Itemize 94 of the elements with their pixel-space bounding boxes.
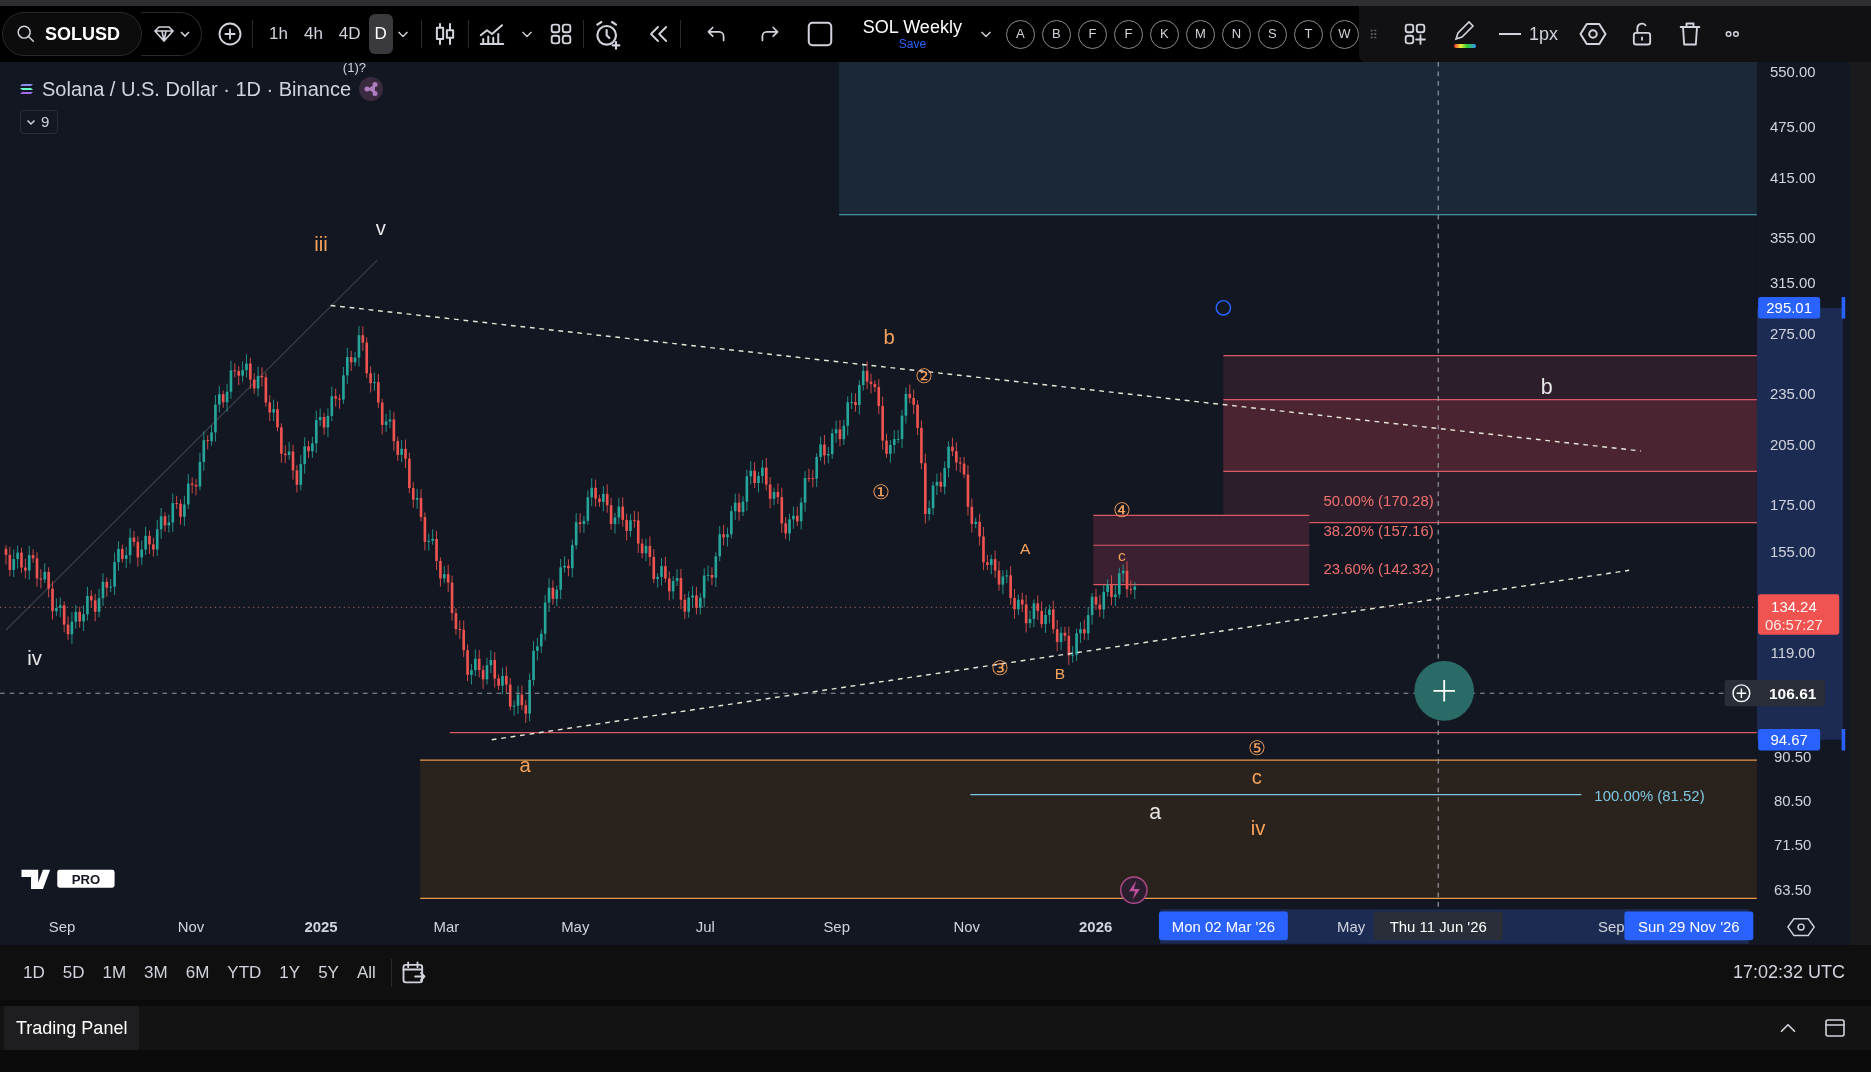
gem-icon (151, 23, 177, 45)
wave-label[interactable]: ④ (1112, 498, 1131, 521)
symbol-search-field[interactable]: SOLUSD (2, 12, 142, 56)
time-tick-label: 2026 (1079, 918, 1113, 935)
range-button[interactable]: All (349, 957, 383, 988)
symbol-title: Solana / U.S. Dollar · 1D · Binance (42, 77, 352, 102)
price-tick-label: 205.00 (1769, 437, 1816, 454)
date-badge: Sun 29 Nov '26 (1624, 911, 1754, 941)
range-button[interactable]: 6M (178, 957, 217, 988)
utc-clock[interactable]: 17:02:32 UTC (1732, 959, 1845, 986)
wave-label[interactable]: A (1020, 539, 1031, 557)
range-button[interactable]: 1M (95, 957, 134, 988)
circle-marker-icon[interactable] (1215, 299, 1232, 316)
trend-line[interactable] (5, 259, 378, 631)
layout-button[interactable]: SOL Weekly Save (862, 18, 962, 50)
price-tick-label: 175.00 (1769, 497, 1816, 514)
wave-label[interactable]: ⑤ (1247, 737, 1266, 760)
settings-icon[interactable] (1787, 918, 1816, 937)
tradingview-pro-logo: PRO (21, 869, 115, 889)
fibonacci-level-line[interactable] (969, 794, 1583, 796)
date-badge: Mon 02 Mar '26 (1158, 911, 1288, 941)
price-badge: 134.24 06:57:27 (1758, 594, 1840, 635)
symbol-name: SOLUSD (45, 22, 121, 46)
wave-label[interactable]: v (375, 217, 386, 239)
wave-label[interactable]: ① (871, 480, 890, 503)
fibonacci-level-label: 23.60% (142.32) (1323, 560, 1434, 577)
range-button[interactable]: 3M (137, 957, 175, 988)
wave-label[interactable]: (1)? (342, 62, 367, 75)
price-tick-label: 475.00 (1769, 118, 1816, 135)
wave-label[interactable]: iv (1250, 817, 1266, 840)
price-tick-label: 155.00 (1769, 543, 1816, 560)
interval-tab[interactable]: D (368, 14, 393, 54)
crosshair-cursor-icon (1414, 661, 1475, 721)
time-tick-label: May (561, 918, 590, 935)
add-symbol-icon[interactable] (216, 20, 244, 48)
price-tick-label: 63.50 (1774, 882, 1812, 899)
price-tick-label: 119.00 (1770, 645, 1815, 661)
price-tick-label: 275.00 (1769, 326, 1816, 343)
wave-label[interactable]: B (1054, 664, 1066, 682)
save-link[interactable]: Save (898, 38, 927, 50)
price-tick-label: 71.50 (1774, 837, 1812, 854)
time-tick-label: May (1337, 918, 1366, 935)
time-tick-label: Nov (177, 918, 205, 935)
range-button[interactable]: 5D (55, 957, 92, 988)
fibonacci-level-label: 100.00% (81.52) (1594, 787, 1705, 804)
time-tick-label: Sep (48, 918, 76, 935)
price-badge: 94.67 (1758, 729, 1821, 751)
window-icon[interactable] (1823, 1016, 1847, 1040)
layout-name: SOL Weekly (862, 18, 962, 36)
time-tick-label: Nov (953, 918, 981, 935)
time-tick-label: Sep (1598, 918, 1625, 935)
trading-panel-tab[interactable]: Trading Panel (4, 1006, 140, 1050)
lightning-icon[interactable] (1120, 876, 1148, 904)
time-tick-label: Sep (823, 918, 850, 935)
wave-label[interactable]: iv (27, 646, 42, 669)
time-tick-label: Jul (695, 918, 715, 935)
interval-tab[interactable]: 4h (295, 14, 331, 54)
price-tick-label: 315.00 (1769, 275, 1816, 292)
target-zone[interactable] (1222, 354, 1758, 524)
solana-logo-icon (20, 83, 34, 95)
wave-label[interactable]: a (1149, 799, 1162, 824)
fibonacci-level-label: 38.20% (157.16) (1323, 522, 1434, 539)
range-button[interactable]: YTD (220, 957, 269, 988)
search-icon (15, 23, 37, 45)
range-button[interactable]: 1D (16, 957, 52, 988)
line-width-button[interactable]: 1px (1498, 20, 1558, 48)
time-tick-label: Mar (433, 918, 460, 935)
interval-tab[interactable]: 1h (261, 14, 296, 54)
wave-label[interactable]: c (1118, 546, 1126, 564)
price-tick-label: 80.50 (1774, 793, 1812, 809)
price-tick-label: 235.00 (1769, 386, 1816, 403)
price-badge: 295.01 (1758, 297, 1821, 319)
price-tick-label: 415.00 (1769, 170, 1816, 187)
time-tick-label: 2025 (304, 918, 338, 935)
wave-label[interactable]: b (1540, 374, 1553, 399)
wave-label[interactable]: a (519, 754, 531, 776)
range-button[interactable]: 5Y (311, 957, 346, 988)
wave-label[interactable]: b (883, 325, 895, 348)
price-badge: 106.61 (1724, 680, 1825, 707)
price-tick-label: 355.00 (1769, 229, 1816, 246)
range-button[interactable]: 1Y (272, 957, 308, 988)
interval-tab[interactable]: 4D (330, 14, 369, 54)
wave-label[interactable]: iii (314, 232, 328, 255)
chevron-down-icon (179, 29, 191, 39)
wave-label[interactable]: ② (914, 365, 933, 387)
add-alert-icon[interactable] (1732, 684, 1751, 703)
wave-label[interactable]: c (1251, 765, 1262, 788)
wave-label[interactable]: ③ (991, 657, 1010, 680)
date-badge: Thu 11 Jun '26 (1373, 911, 1503, 941)
price-tick-label: 550.00 (1769, 63, 1816, 80)
support-zone[interactable] (419, 759, 1758, 900)
fibonacci-level-label: 50.00% (170.28) (1323, 492, 1434, 509)
price-tick-label: 90.50 (1774, 748, 1812, 765)
indicators-toggle-button[interactable]: 9 (20, 110, 58, 134)
